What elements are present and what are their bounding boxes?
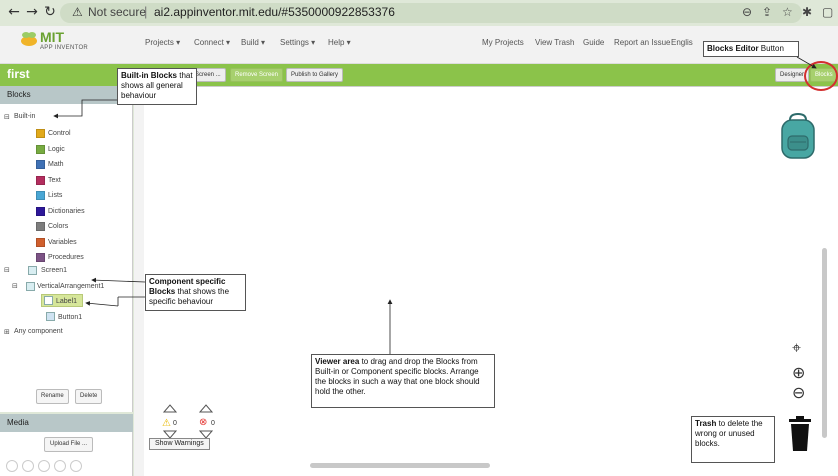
warning-count: 0	[173, 420, 177, 427]
swatch-variables	[36, 237, 45, 247]
bookmark-star-icon[interactable]: ☆	[782, 5, 793, 19]
zoom-in-icon[interactable]: ⊕	[792, 363, 805, 382]
swatch-dictionaries	[36, 206, 45, 216]
error-icon: ⊗	[199, 417, 208, 428]
builtin-item-lists[interactable]: Lists	[48, 192, 62, 199]
backpack-icon[interactable]	[778, 112, 818, 162]
swatch-math	[36, 160, 45, 169]
share-icon[interactable]: ⇪	[762, 5, 772, 19]
blocks-button-highlight	[804, 61, 838, 91]
annotation-builtin-bold: Built-in Blocks	[121, 71, 178, 80]
media-circle-icon	[54, 460, 66, 472]
menu-settings[interactable]: Settings ▾	[280, 38, 315, 47]
sidepanel-icon[interactable]: ▢	[822, 5, 833, 19]
delete-button[interactable]: Delete	[75, 389, 103, 404]
swatch-procedures	[36, 253, 45, 262]
upload-file-button[interactable]: Upload File ...	[44, 437, 94, 452]
menu-connect[interactable]: Connect ▾	[194, 38, 230, 47]
extensions-icon[interactable]: ✱	[802, 5, 812, 19]
tree-builtin[interactable]: Built-in	[14, 113, 35, 120]
horizontal-scrollbar[interactable]	[310, 463, 490, 468]
menu-projects[interactable]: Projects ▾	[145, 38, 180, 47]
zoom-out-icon[interactable]: ⊖	[792, 383, 805, 402]
arrangement-component-icon	[26, 282, 35, 291]
link-report-issue[interactable]: Report an Issue	[614, 38, 670, 47]
show-warnings-button[interactable]: Show Warnings	[149, 438, 210, 450]
forward-icon[interactable]: →	[24, 4, 40, 20]
reload-icon[interactable]: ↻	[42, 4, 58, 20]
app-inventor-window: ← → ↻ ⚠ Not secure | ai2.appinventor.mit…	[0, 0, 838, 476]
blocks-header-label: Blocks	[7, 90, 31, 99]
url-separator: |	[144, 4, 148, 19]
swatch-lists	[36, 191, 45, 200]
logo-title: MIT	[40, 29, 65, 45]
media-circle-icon	[70, 460, 82, 472]
menu-build[interactable]: Build ▾	[241, 38, 265, 47]
swatch-text	[36, 175, 45, 185]
builtin-item-text[interactable]: Text	[48, 177, 61, 184]
builtin-item-logic[interactable]: Logic	[48, 146, 65, 153]
builtin-item-dictionaries[interactable]: Dictionaries	[48, 208, 85, 215]
label-component-icon	[44, 296, 53, 305]
annotation-blocks-editor: Blocks Editor Button	[703, 41, 799, 57]
swatch-control	[36, 129, 45, 138]
builtin-item-procedures[interactable]: Procedures	[48, 254, 84, 261]
tree-button1[interactable]: Button1	[58, 314, 82, 321]
media-circle-icon	[22, 460, 34, 472]
screen-component-icon	[28, 266, 37, 275]
remove-screen-button[interactable]: Remove Screen	[230, 68, 284, 82]
button-component-icon	[46, 312, 55, 321]
tree-screen1[interactable]: Screen1	[41, 267, 67, 274]
error-count: 0	[211, 420, 215, 427]
tree-vertical-arrangement[interactable]: VerticalArrangement1	[37, 283, 104, 290]
screen-collapse-icon[interactable]: ⊟	[4, 266, 10, 274]
language-selector[interactable]: Englis	[671, 38, 693, 47]
publish-gallery-button[interactable]: Publish to Gallery	[286, 68, 344, 82]
media-circle-icon	[6, 460, 18, 472]
tree-any-component[interactable]: Any component	[14, 328, 63, 335]
tree-label1[interactable]: Label1	[56, 298, 77, 305]
media-header-label: Media	[7, 418, 29, 427]
mit-logo[interactable]: MIT APP INVENTOR	[20, 29, 90, 59]
swatch-colors	[36, 222, 45, 231]
link-view-trash[interactable]: View Trash	[535, 38, 574, 47]
builtin-item-control[interactable]: Control	[48, 130, 71, 137]
swatch-logic	[36, 144, 45, 154]
center-workspace-icon[interactable]: ⌖	[792, 338, 801, 358]
logo-subtitle: APP INVENTOR	[40, 45, 89, 51]
link-my-projects[interactable]: My Projects	[482, 38, 524, 47]
trash-icon[interactable]	[787, 416, 813, 452]
builtin-item-math[interactable]: Math	[48, 161, 64, 168]
back-icon[interactable]: ←	[6, 4, 22, 20]
vertical-scrollbar[interactable]	[822, 248, 827, 438]
warning-triangle-icon: ⚠	[162, 418, 171, 429]
annotation-viewer-bold: Viewer area	[315, 357, 360, 366]
annotation-blocks-editor-bold: Blocks Editor	[707, 44, 759, 53]
zoom-icon[interactable]: ⊖	[742, 5, 752, 19]
security-warning-icon[interactable]: ⚠	[72, 5, 83, 19]
builtin-collapse-icon[interactable]: ⊟	[4, 113, 10, 121]
any-component-expand-icon[interactable]: ⊞	[4, 328, 10, 336]
annotation-viewer-area: Viewer area to drag and drop the Blocks …	[311, 354, 495, 408]
menu-help[interactable]: Help ▾	[328, 38, 351, 47]
annotation-component-blocks: Component specific Blocks that shows the…	[145, 274, 246, 311]
blocks-palette-header: Blocks	[0, 86, 133, 104]
project-name: first	[7, 67, 30, 81]
rename-button[interactable]: Rename	[36, 389, 69, 404]
bee-logo-icon	[21, 32, 37, 46]
annotation-builtin-blocks: Built-in Blocks that shows all general b…	[117, 68, 197, 105]
workspace-edge	[134, 86, 144, 476]
annotation-blocks-editor-text: Button	[758, 44, 784, 53]
builtin-item-variables[interactable]: Variables	[48, 239, 77, 246]
media-header: Media	[0, 414, 133, 432]
annotation-trash: Trash to delete the wrong or unused bloc…	[691, 416, 775, 463]
builtin-item-colors[interactable]: Colors	[48, 223, 68, 230]
media-circle-icon	[38, 460, 50, 472]
annotation-trash-bold: Trash	[695, 419, 717, 428]
url-text[interactable]: ai2.appinventor.mit.edu/#535000092285337…	[154, 5, 395, 19]
security-label[interactable]: Not secure	[88, 5, 146, 19]
browser-toolbar: ← → ↻ ⚠ Not secure | ai2.appinventor.mit…	[0, 0, 838, 26]
arrangement-collapse-icon[interactable]: ⊟	[12, 282, 18, 290]
link-guide[interactable]: Guide	[583, 38, 604, 47]
